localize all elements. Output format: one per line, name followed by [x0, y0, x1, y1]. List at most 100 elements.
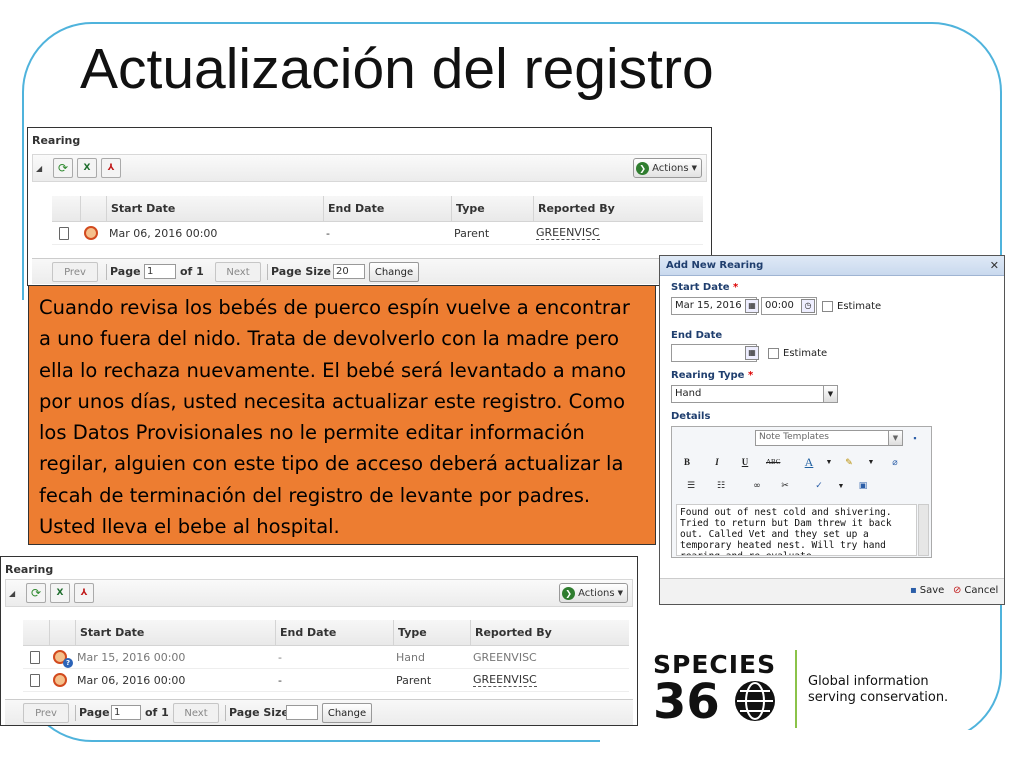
dialog-footer: ▪ Save ⊘ Cancel	[660, 578, 1004, 604]
dialog-title: Add New Rearing	[666, 260, 764, 271]
col-start-date[interactable]: Start Date	[106, 196, 323, 221]
numbered-list-icon[interactable]: ☷	[714, 478, 728, 494]
change-button[interactable]: Change	[322, 703, 372, 723]
panel-header: Rearing	[32, 134, 81, 147]
html-view-icon[interactable]: ▣	[856, 478, 870, 494]
italic-icon[interactable]: I	[710, 454, 724, 470]
row-reported-by[interactable]: GREENVISC	[536, 226, 600, 240]
page-label: Page	[79, 706, 110, 719]
logo-divider	[795, 650, 797, 728]
cancel-button[interactable]: ⊘ Cancel	[953, 585, 998, 596]
actions-button[interactable]: ❯ Actions ▼	[633, 158, 702, 178]
actions-label: Actions	[578, 587, 615, 599]
logo-360-mark: 36	[653, 674, 775, 730]
page-input[interactable]: 1	[111, 705, 141, 720]
chevron-down-icon[interactable]: ▼	[823, 386, 837, 402]
save-label: Save	[919, 585, 945, 596]
end-estimate-label: Estimate	[783, 348, 828, 359]
panel-toolbar: ◢ ⟳ X ⅄ ❯ Actions ▼	[32, 154, 707, 182]
excel-export-icon[interactable]: X	[77, 158, 97, 178]
add-new-rearing-dialog: Add New Rearing ✕ Start Date * Mar 15, 2…	[659, 255, 1005, 605]
question-mark-icon: ?	[63, 658, 73, 668]
page-size-input[interactable]: 20	[333, 264, 365, 279]
bullet-list-icon[interactable]: ☰	[684, 478, 698, 494]
prev-button[interactable]: Prev	[52, 262, 98, 282]
row-start-date: Mar 15, 2016 00:00	[77, 650, 186, 664]
col-type[interactable]: Type	[393, 620, 470, 645]
clock-icon[interactable]: ◷	[801, 299, 815, 313]
row-reported-by[interactable]: GREENVISC	[473, 673, 537, 687]
chevron-down-icon: ▼	[691, 164, 697, 172]
chevron-down-icon[interactable]: ▼	[834, 478, 848, 494]
col-end-date[interactable]: End Date	[323, 196, 451, 221]
font-color-icon[interactable]: A	[802, 454, 816, 470]
collapse-arrow-icon[interactable]: ◢	[9, 589, 15, 598]
refresh-icon[interactable]: ⟳	[53, 158, 73, 178]
chevron-down-icon[interactable]: ▼	[864, 454, 878, 470]
details-scrollbar[interactable]	[918, 504, 929, 556]
end-estimate-checkbox[interactable]	[768, 348, 779, 359]
excel-export-icon[interactable]: X	[50, 583, 70, 603]
note-templates-select[interactable]: Note Templates ▼	[755, 430, 903, 446]
rearing-status-icon[interactable]	[84, 226, 98, 240]
logo-brand-bottom: 360 36	[653, 674, 779, 733]
col-start-date[interactable]: Start Date	[75, 620, 275, 645]
next-button[interactable]: Next	[173, 703, 219, 723]
row-start-date: Mar 06, 2016 00:00	[77, 673, 186, 687]
next-button[interactable]: Next	[215, 262, 261, 282]
cancel-label: Cancel	[964, 585, 999, 596]
col-reported-by[interactable]: Reported By	[533, 196, 705, 221]
start-estimate-label: Estimate	[837, 301, 882, 312]
col-end-date[interactable]: End Date	[275, 620, 393, 645]
prev-button[interactable]: Prev	[23, 703, 69, 723]
save-template-icon[interactable]: ▪	[908, 430, 922, 446]
eraser-icon[interactable]: ⌀	[888, 454, 902, 470]
document-icon[interactable]	[30, 650, 40, 664]
bold-icon[interactable]: B	[680, 454, 694, 470]
table-row[interactable]: Mar 06, 2016 00:00 - Parent GREENVISC	[52, 222, 703, 245]
close-icon[interactable]: ✕	[990, 259, 999, 272]
cancel-icon: ⊘	[953, 585, 962, 596]
rearing-type-value: Hand	[675, 388, 702, 399]
page-input[interactable]: 1	[144, 264, 176, 279]
calendar-icon[interactable]: ▦	[745, 299, 759, 313]
unlink-icon[interactable]: ✂	[778, 478, 792, 494]
page-size-input[interactable]	[286, 705, 318, 720]
strikethrough-icon[interactable]: ABC	[766, 454, 780, 470]
change-button[interactable]: Change	[369, 262, 419, 282]
chevron-down-icon[interactable]: ▼	[822, 454, 836, 470]
instruction-box: Cuando revisa los bebés de puerco espín …	[28, 285, 656, 545]
highlight-icon[interactable]: ✎	[842, 454, 856, 470]
spellcheck-icon[interactable]: ✓	[812, 478, 826, 494]
pager: Prev Page 1 of 1 Next Page Size 20 Chang…	[32, 258, 707, 284]
col-reported-by[interactable]: Reported By	[470, 620, 630, 645]
editor-toolbar-2: B I U ABC A ▼ ✎ ▼ ⌀	[672, 451, 931, 473]
refresh-icon[interactable]: ⟳	[26, 583, 46, 603]
save-button[interactable]: ▪ Save	[910, 585, 944, 596]
page-of-label: of 1	[180, 265, 204, 278]
collapse-arrow-icon[interactable]: ◢	[36, 164, 42, 173]
underline-icon[interactable]: U	[738, 454, 752, 470]
rearing-type-select[interactable]: Hand ▼	[671, 385, 838, 403]
pdf-export-icon[interactable]: ⅄	[101, 158, 121, 178]
start-estimate-checkbox[interactable]	[822, 301, 833, 312]
rearing-status-icon[interactable]: ?	[53, 650, 73, 668]
details-textarea[interactable]: Found out of nest cold and shivering. Tr…	[676, 504, 917, 556]
rearing-status-icon[interactable]	[53, 673, 67, 687]
chevron-down-icon[interactable]: ▼	[888, 431, 902, 445]
document-icon[interactable]	[59, 226, 69, 240]
rearing-grid: Start Date End Date Type Reported By Mar…	[52, 196, 703, 252]
table-row[interactable]: ? Mar 15, 2016 00:00 - Hand GREENVISC	[23, 646, 629, 669]
document-icon[interactable]	[30, 673, 40, 687]
row-end-date: -	[278, 673, 282, 687]
table-row[interactable]: Mar 06, 2016 00:00 - Parent GREENVISC	[23, 669, 629, 692]
logo-tagline: Global information serving conservation.	[808, 674, 948, 706]
pdf-export-icon[interactable]: ⅄	[74, 583, 94, 603]
link-icon[interactable]: ∞	[750, 478, 764, 494]
actions-label: Actions	[652, 162, 689, 174]
col-type[interactable]: Type	[451, 196, 533, 221]
details-label: Details	[671, 411, 711, 422]
calendar-icon[interactable]: ▦	[745, 346, 759, 360]
row-end-date: -	[326, 226, 330, 240]
actions-button[interactable]: ❯ Actions ▼	[559, 583, 628, 603]
